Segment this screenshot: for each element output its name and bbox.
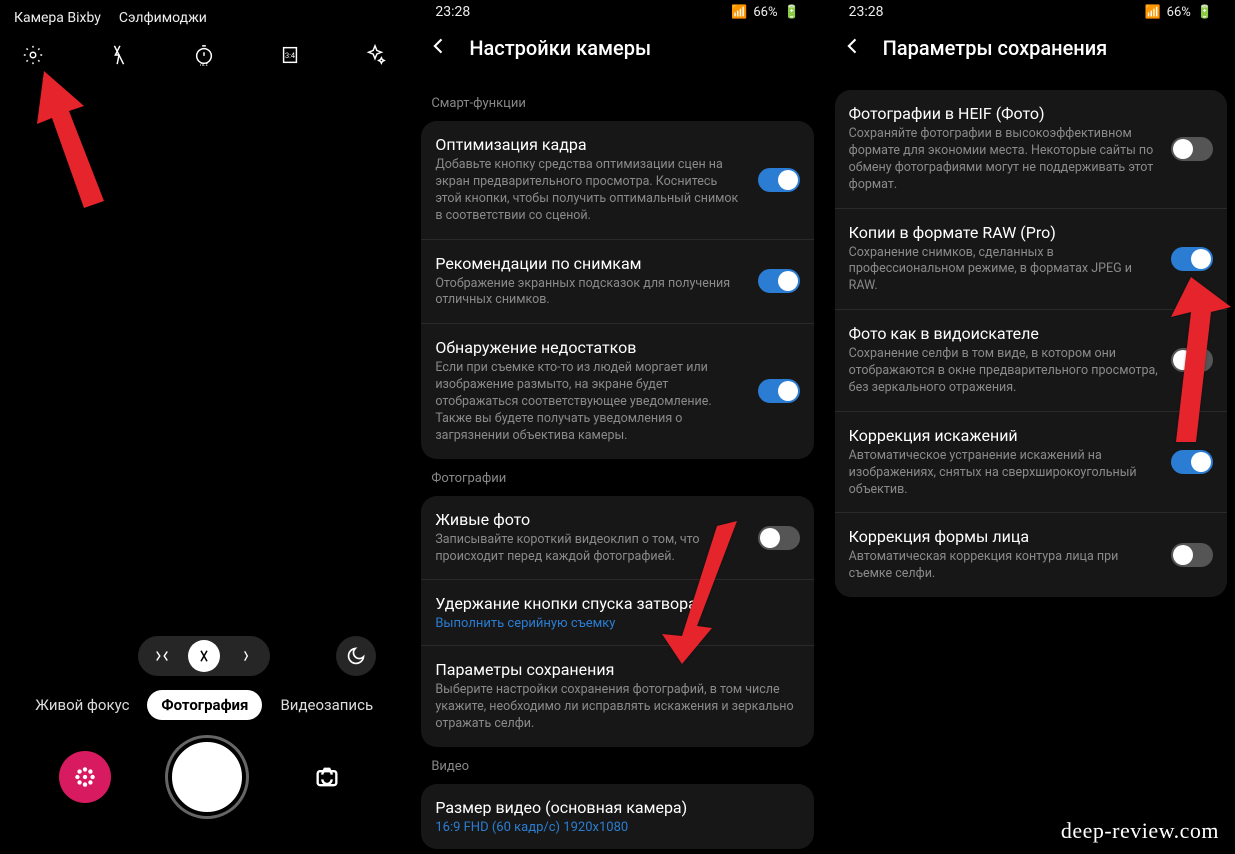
- back-icon[interactable]: [843, 36, 863, 60]
- row-desc: Сохранение селфи в том виде, в котором о…: [849, 346, 1159, 397]
- mode-selector: Живой фокус Фотография Видеозапись: [0, 690, 408, 720]
- save-options-screen: 23:28 📶 66% 🔋 Параметры сохранения Фотог…: [827, 0, 1235, 854]
- timer-off-icon[interactable]: OFF: [193, 44, 215, 70]
- toggle-previewed[interactable]: [1171, 348, 1213, 372]
- toggle-shot-suggestions[interactable]: [758, 269, 800, 293]
- selfie-emoji-label[interactable]: Сэлфимоджи: [119, 10, 207, 26]
- row-heif-photos[interactable]: Фотографии в HEIF (Фото) Сохраняйте фото…: [835, 90, 1227, 209]
- row-title: Параметры сохранения: [435, 660, 799, 679]
- zoom-tele-button[interactable]: [230, 640, 262, 672]
- row-title: Фотографии в HEIF (Фото): [849, 104, 1159, 123]
- row-title: Копии в формате RAW (Pro): [849, 223, 1159, 242]
- watermark: deep-review.com: [1061, 818, 1219, 844]
- row-subtitle: 16:9 FHD (60 кадр/с) 1920x1080: [435, 820, 799, 835]
- row-desc: Сохраняйте фотографии в высокоэффективно…: [849, 126, 1159, 194]
- aspect-ratio-icon[interactable]: 3:4: [279, 44, 301, 70]
- settings-icon[interactable]: [22, 44, 44, 70]
- wifi-icon: 📶: [1144, 5, 1160, 20]
- battery-icon: 🔋: [1197, 5, 1213, 20]
- row-desc: Автоматическая коррекция контура лица пр…: [849, 549, 1159, 583]
- page-title: Настройки камеры: [469, 36, 651, 60]
- mode-photo[interactable]: Фотография: [147, 690, 262, 720]
- row-subtitle: Выполнить серийную съемку: [435, 616, 799, 631]
- flash-off-icon[interactable]: [108, 44, 130, 70]
- mode-live-focus[interactable]: Живой фокус: [35, 696, 129, 714]
- row-save-as-previewed[interactable]: Фото как в видоискателе Сохранение селфи…: [835, 310, 1227, 412]
- row-title: Фото как в видоискателе: [849, 324, 1159, 343]
- night-mode-button[interactable]: [336, 636, 376, 676]
- row-desc: Если при съемке кто-то из людей моргает …: [435, 360, 745, 444]
- row-title: Обнаружение недостатков: [435, 338, 745, 357]
- row-title: Коррекция формы лица: [849, 527, 1159, 546]
- row-title: Живые фото: [435, 510, 745, 529]
- switch-camera-button[interactable]: [304, 754, 350, 800]
- status-time: 23:28: [849, 4, 884, 20]
- row-save-options[interactable]: Параметры сохранения Выберите настройки …: [421, 646, 813, 747]
- row-desc: Автоматическое устранение искажений на и…: [849, 448, 1159, 499]
- svg-text:OFF: OFF: [200, 63, 209, 66]
- toggle-heif[interactable]: [1171, 137, 1213, 161]
- row-hold-shutter[interactable]: Удержание кнопки спуска затвора Выполнит…: [421, 580, 813, 646]
- row-face-shape-correction[interactable]: Коррекция формы лица Автоматическая корр…: [835, 513, 1227, 597]
- toggle-raw[interactable]: [1171, 247, 1213, 271]
- row-rear-video-size[interactable]: Размер видео (основная камера) 16:9 FHD …: [421, 784, 813, 849]
- wifi-icon: 📶: [731, 5, 747, 20]
- zoom-wide-button[interactable]: [188, 640, 220, 672]
- battery-text: 66%: [1167, 5, 1191, 20]
- row-desc: Добавьте кнопку средства оптимизации сце…: [435, 157, 745, 225]
- row-shot-suggestions[interactable]: Рекомендации по снимкам Отображение экра…: [421, 240, 813, 325]
- status-right: 📶 66% 🔋: [1144, 5, 1213, 20]
- toggle-face-shape[interactable]: [1171, 543, 1213, 567]
- camera-viewfinder[interactable]: [0, 80, 408, 636]
- camera-toolbar: OFF 3:4: [0, 30, 408, 80]
- zoom-ultrawide-button[interactable]: [146, 640, 178, 672]
- row-desc: Отображение экранных подсказок для получ…: [435, 276, 745, 310]
- zoom-selector: [138, 636, 270, 676]
- gallery-thumbnail[interactable]: [59, 751, 111, 803]
- status-time: 23:28: [435, 4, 470, 20]
- row-title: Удержание кнопки спуска затвора: [435, 594, 799, 613]
- row-title: Оптимизация кадра: [435, 135, 745, 154]
- row-desc: Записывайте короткий видеоклип о том, чт…: [435, 532, 745, 566]
- battery-icon: 🔋: [783, 5, 799, 20]
- toggle-motion-photo[interactable]: [758, 526, 800, 550]
- battery-text: 66%: [753, 5, 777, 20]
- toggle-flaw-detection[interactable]: [758, 379, 800, 403]
- filters-icon[interactable]: [364, 44, 386, 70]
- row-scene-optimizer[interactable]: Оптимизация кадра Добавьте кнопку средст…: [421, 121, 813, 240]
- svg-text:3:4: 3:4: [285, 51, 295, 60]
- row-distortion-correction[interactable]: Коррекция искажений Автоматическое устра…: [835, 412, 1227, 514]
- mode-video[interactable]: Видеозапись: [280, 696, 373, 714]
- shutter-button[interactable]: [168, 738, 246, 816]
- back-icon[interactable]: [429, 36, 449, 60]
- row-title: Размер видео (основная камера): [435, 798, 799, 817]
- row-desc: Выберите настройки сохранения фотографий…: [435, 682, 799, 733]
- section-video: Видео: [413, 747, 821, 784]
- row-title: Рекомендации по снимкам: [435, 254, 745, 273]
- row-title: Коррекция искажений: [849, 426, 1159, 445]
- section-smart: Смарт-функции: [413, 84, 821, 121]
- page-title: Параметры сохранения: [883, 36, 1108, 60]
- status-right: 📶 66% 🔋: [731, 5, 800, 20]
- toggle-scene-optimizer[interactable]: [758, 168, 800, 192]
- row-motion-photo[interactable]: Живые фото Записывайте короткий видеокли…: [421, 496, 813, 581]
- camera-settings-screen: 23:28 📶 66% 🔋 Настройки камеры Смарт-фун…: [413, 0, 821, 854]
- row-raw-copies[interactable]: Копии в формате RAW (Pro) Сохранение сни…: [835, 209, 1227, 311]
- row-flaw-detection[interactable]: Обнаружение недостатков Если при съемке …: [421, 324, 813, 458]
- section-photos: Фотографии: [413, 459, 821, 496]
- camera-screen: Камера Bixby Сэлфимоджи OFF 3:4: [0, 0, 408, 854]
- row-desc: Сохранение снимков, сделанных в професси…: [849, 245, 1159, 296]
- toggle-distortion[interactable]: [1171, 450, 1213, 474]
- bixby-label[interactable]: Камера Bixby: [14, 10, 101, 26]
